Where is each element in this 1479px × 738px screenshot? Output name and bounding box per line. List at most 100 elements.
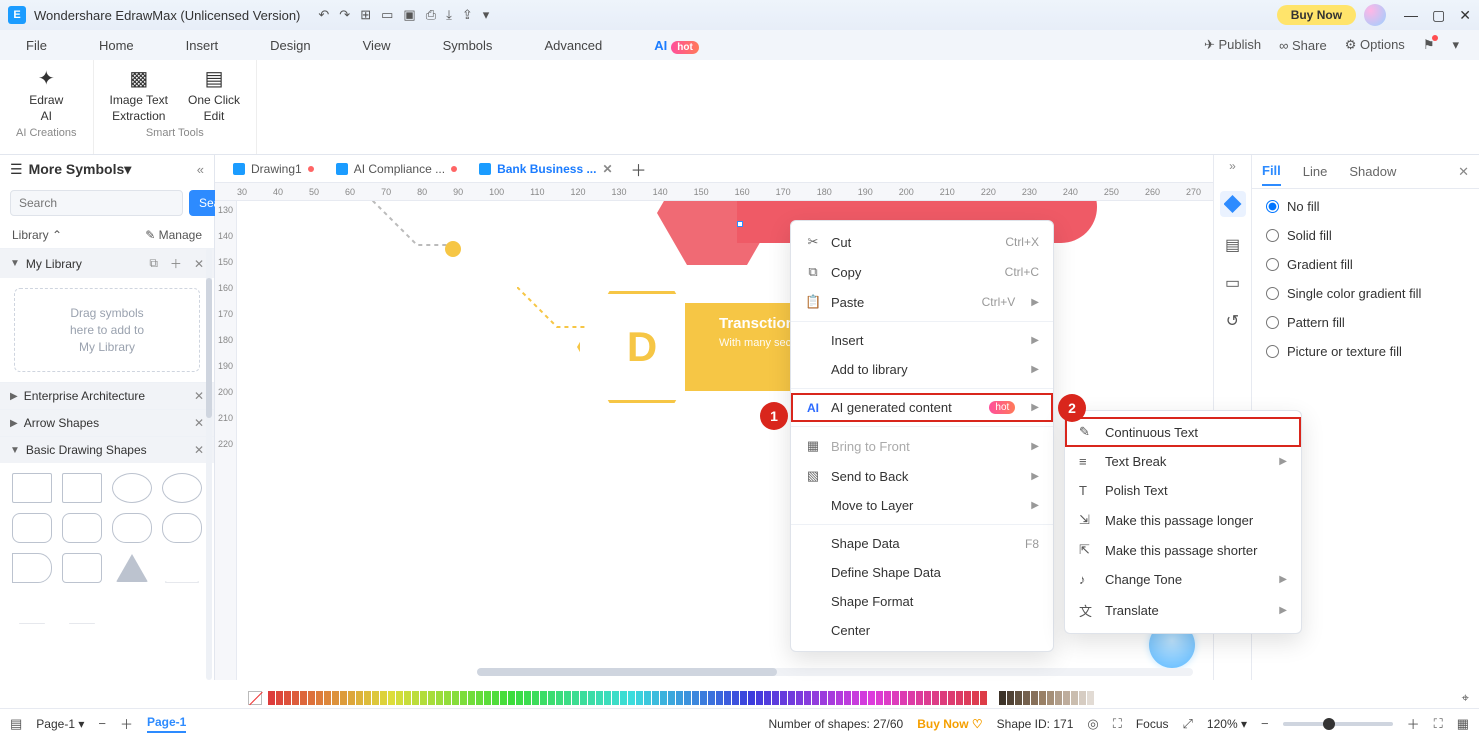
section-enterprise-architecture[interactable]: ▶ Enterprise Architecture ✕ [0,383,214,409]
color-swatch[interactable] [788,691,795,705]
color-swatch[interactable] [388,691,395,705]
expand-rail-icon[interactable]: » [1229,159,1236,173]
color-swatch[interactable] [748,691,755,705]
color-swatch[interactable] [332,691,339,705]
color-swatch[interactable] [999,691,1006,705]
color-swatch[interactable] [468,691,475,705]
color-swatch[interactable] [444,691,451,705]
color-swatch[interactable] [1015,691,1022,705]
panels-icon[interactable]: ▦ [1457,716,1469,732]
ctx-move-to-layer[interactable]: Move to Layer▶ [791,491,1053,520]
color-swatch[interactable] [980,691,987,705]
color-swatch[interactable] [476,691,483,705]
shape-slab[interactable] [62,553,102,583]
color-swatch[interactable] [692,691,699,705]
focus-label[interactable]: Focus [1136,717,1169,731]
color-swatch[interactable] [572,691,579,705]
buy-now-button[interactable]: Buy Now [1277,5,1356,25]
color-swatch[interactable] [812,691,819,705]
notification-icon[interactable]: ⚑ [1423,37,1435,53]
color-swatch[interactable] [1055,691,1062,705]
color-swatch[interactable] [796,691,803,705]
color-swatch[interactable] [580,691,587,705]
edraw-ai-button[interactable]: ✦ Edraw AI [29,66,63,123]
color-swatch[interactable] [284,691,291,705]
submenu-text-break[interactable]: ≡Text Break▶ [1065,447,1301,476]
image-text-extraction-button[interactable]: ▩ Image Text Extraction [110,66,168,123]
fit-icon[interactable]: ⤢ [1183,716,1193,732]
ctx-insert[interactable]: Insert▶ [791,326,1053,355]
color-swatch[interactable] [292,691,299,705]
color-swatches[interactable] [268,691,987,705]
save-icon[interactable]: ▣ [403,7,415,23]
shape-triangle[interactable] [116,554,148,582]
color-swatch[interactable] [1079,691,1086,705]
section-close-icon[interactable]: ✕ [194,389,204,403]
color-swatch[interactable] [764,691,771,705]
locate-icon[interactable]: ◎ [1087,716,1098,732]
section-add-icon[interactable]: ＋ [170,255,182,272]
no-fill-swatch[interactable] [248,691,262,705]
next-page-icon[interactable]: ＋ [120,714,133,733]
redo-icon[interactable]: ↷ [339,7,350,23]
share-icon[interactable]: ⇪ [462,7,473,23]
ctx-shape-format[interactable]: Shape Format [791,587,1053,616]
color-swatch[interactable] [436,691,443,705]
color-swatch[interactable] [660,691,667,705]
share-button[interactable]: ∞ Share [1279,38,1327,53]
color-swatch[interactable] [524,691,531,705]
tab-fill[interactable]: Fill [1262,157,1281,186]
menu-file[interactable]: File [20,34,53,57]
color-swatch[interactable] [540,691,547,705]
zoom-out-icon[interactable]: − [1261,716,1269,731]
library-dropdown[interactable]: Library ⌃ [12,228,62,242]
color-swatch[interactable] [348,691,355,705]
color-swatch[interactable] [628,691,635,705]
color-swatch[interactable] [412,691,419,705]
zoom-value[interactable]: 120% ▾ [1207,717,1247,731]
color-swatch[interactable] [556,691,563,705]
horizontal-scrollbar[interactable] [477,668,1193,676]
section-arrow-shapes[interactable]: ▶ Arrow Shapes ✕ [0,410,214,436]
section-copy-icon[interactable]: ⧉ [149,256,158,271]
ctx-cut[interactable]: ✂CutCtrl+X [791,227,1053,257]
color-swatch[interactable] [684,691,691,705]
ctx-add-to-library[interactable]: Add to library▶ [791,355,1053,384]
ctx-center[interactable]: Center [791,616,1053,645]
opt-solid-fill[interactable]: Solid fill [1266,228,1465,243]
menu-insert[interactable]: Insert [180,34,225,57]
color-swatch[interactable] [948,691,955,705]
undo-icon[interactable]: ↶ [318,7,329,23]
color-swatch[interactable] [836,691,843,705]
shape-right-triangle[interactable] [165,554,199,582]
color-swatch[interactable] [636,691,643,705]
color-swatch[interactable] [676,691,683,705]
color-swatch[interactable] [868,691,875,705]
shape-circle[interactable] [112,473,152,503]
submenu-continuous-text[interactable]: ✎Continuous Text [1065,417,1301,447]
color-swatch[interactable] [484,691,491,705]
color-swatch[interactable] [548,691,555,705]
open-icon[interactable]: ▭ [381,7,393,23]
color-swatch[interactable] [340,691,347,705]
menu-advanced[interactable]: Advanced [538,34,608,57]
shape-pentagon[interactable] [12,593,52,623]
user-avatar-icon[interactable] [1364,4,1386,26]
ctx-bring-to-front[interactable]: ▦Bring to Front▶ [791,431,1053,461]
options-button[interactable]: ⚙ Options [1345,37,1405,53]
color-swatch[interactable] [316,691,323,705]
color-swatch[interactable] [532,691,539,705]
color-swatch[interactable] [396,691,403,705]
tab-drawing1[interactable]: Drawing1 [223,158,324,180]
minimize-button[interactable]: — [1404,7,1418,24]
ctx-send-to-back[interactable]: ▧Send to Back▶ [791,461,1053,491]
shape-square[interactable] [12,473,52,503]
color-swatch[interactable] [588,691,595,705]
selection-handle[interactable] [737,221,743,227]
section-my-library[interactable]: ▼ My Library ⧉ ＋ ✕ [0,249,214,278]
opt-single-gradient[interactable]: Single color gradient fill [1266,286,1465,301]
color-swatch[interactable] [372,691,379,705]
color-swatch[interactable] [852,691,859,705]
color-swatch[interactable] [940,691,947,705]
color-swatch[interactable] [324,691,331,705]
